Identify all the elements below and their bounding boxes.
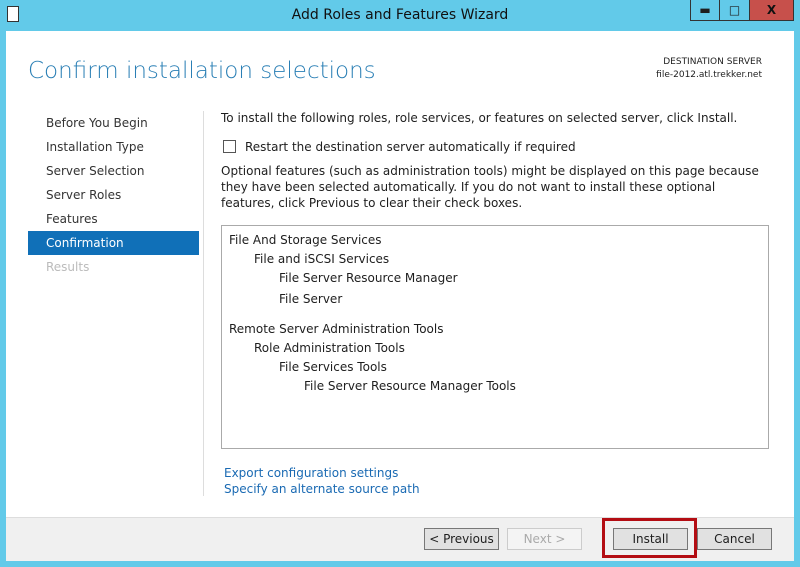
alternate-source-link[interactable]: Specify an alternate source path (224, 482, 420, 496)
optional-features-note: Optional features (such as administratio… (221, 164, 759, 210)
destination-server: DESTINATION SERVER file-2012.atl.trekker… (656, 56, 762, 82)
list-item: Remote Server Administration Tools (229, 322, 444, 336)
list-item: File Server (279, 292, 343, 306)
close-button[interactable]: X (749, 0, 794, 21)
title-bar: Add Roles and Features Wizard ▬ □ X (0, 0, 800, 31)
nav-server-roles[interactable]: Server Roles (28, 183, 199, 207)
next-button: Next > (507, 528, 582, 550)
cancel-button[interactable]: Cancel (697, 528, 772, 550)
page-title: Confirm installation selections (28, 58, 376, 84)
nav-server-selection[interactable]: Server Selection (28, 159, 199, 183)
list-item: File Services Tools (279, 360, 387, 374)
nav-before-you-begin[interactable]: Before You Begin (28, 111, 199, 135)
divider (203, 111, 204, 496)
intro-text: To install the following roles, role ser… (221, 111, 738, 125)
selection-list: File And Storage Services File and iSCSI… (221, 225, 769, 449)
destination-label: DESTINATION SERVER (663, 57, 762, 67)
window-title: Add Roles and Features Wizard (291, 7, 509, 23)
install-button[interactable]: Install (613, 528, 688, 550)
footer: < Previous Next > Install Cancel (6, 517, 794, 561)
maximize-button[interactable]: □ (719, 0, 750, 21)
list-item: Role Administration Tools (254, 341, 405, 355)
destination-server-name: file-2012.atl.trekker.net (656, 70, 762, 80)
list-item: File And Storage Services (229, 233, 382, 247)
previous-button[interactable]: < Previous (424, 528, 499, 550)
restart-checkbox-label[interactable]: Restart the destination server automatic… (245, 140, 576, 154)
nav-installation-type[interactable]: Installation Type (28, 135, 199, 159)
list-item: File Server Resource Manager Tools (304, 379, 516, 393)
wizard-body: Confirm installation selections DESTINAT… (6, 31, 794, 561)
wizard-nav: Before You Begin Installation Type Serve… (28, 111, 199, 279)
restart-checkbox[interactable] (223, 140, 236, 153)
nav-results: Results (46, 260, 90, 274)
nav-confirmation[interactable]: Confirmation (28, 231, 199, 255)
nav-features[interactable]: Features (28, 207, 199, 231)
list-item: File and iSCSI Services (254, 252, 390, 266)
export-configuration-link[interactable]: Export configuration settings (224, 466, 398, 480)
list-item: File Server Resource Manager (279, 271, 458, 285)
minimize-button[interactable]: ▬ (690, 0, 720, 21)
